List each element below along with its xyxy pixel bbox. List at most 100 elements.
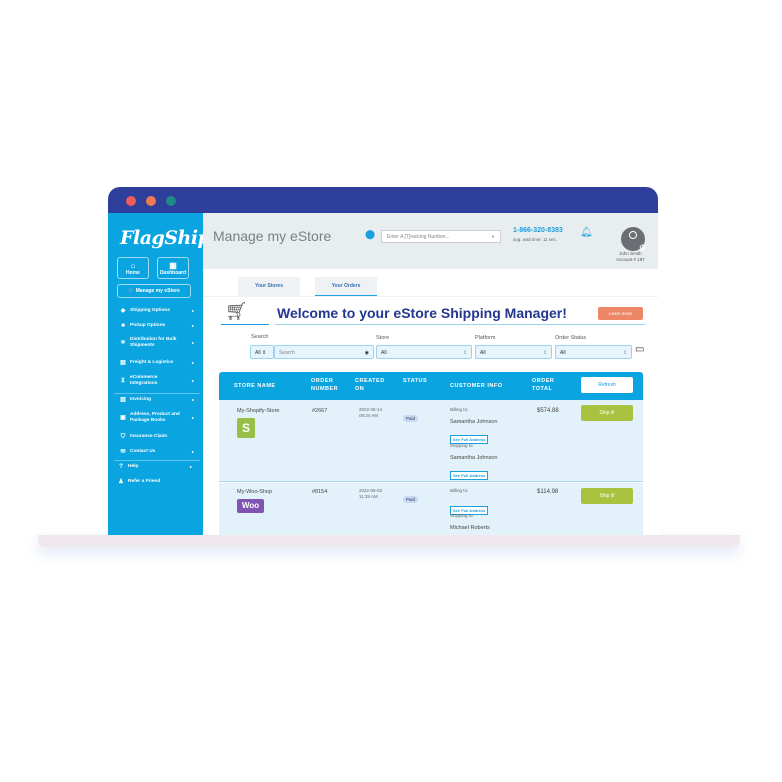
phone-number[interactable]: 1-866-320-8383 — [513, 227, 563, 234]
created-on: 2022-06-14 09:34 AM — [359, 407, 383, 419]
store-select[interactable]: All ⇕ — [376, 345, 472, 359]
tracking-input[interactable]: Enter A [T]racking Number... ▼ — [381, 230, 501, 243]
sidebar-item-label: Address, Product and Package Books — [130, 412, 180, 423]
divider — [114, 460, 200, 461]
refresh-button[interactable]: Refresh — [581, 377, 633, 393]
store-label: Store — [376, 335, 390, 341]
sidebar-item-freight[interactable]: ▤ Freight & Logistics ▸ — [120, 360, 198, 366]
book-icon: ▣ — [120, 415, 126, 421]
ship-it-button[interactable]: Ship it! — [581, 405, 633, 421]
search-icon: ◉ — [364, 349, 369, 356]
status-label: Paid — [403, 415, 419, 422]
bell-icon[interactable]: 🔔︎ — [580, 227, 593, 238]
sidebar-item-label: Shipping Options — [130, 308, 170, 313]
ship-it-button[interactable]: Ship it! — [581, 488, 633, 504]
table-header: STORE NAME ORDER NUMBER CREATED ON STATU… — [219, 372, 643, 400]
sidebar-item-label: Help — [128, 464, 139, 469]
sidebar-item-insurance[interactable]: ⛉ Insurance Claim — [120, 434, 198, 440]
sidebar-item-label: Refer a Friend — [128, 479, 161, 484]
sidebar-item-help[interactable]: ? Help ▸ — [118, 464, 196, 470]
shield-icon: ⛉ — [120, 434, 126, 440]
col-created-on[interactable]: CREATED ON — [355, 377, 385, 393]
search-scope-select[interactable]: All ⇕ — [250, 345, 274, 359]
table-row: My-Woo-Shop Woo #8154 2022-06-02 11:39 AM… — [219, 483, 643, 535]
calendar-icon[interactable]: ▭ — [635, 344, 644, 355]
platform-value: All — [480, 349, 486, 356]
order-number[interactable]: #2667 — [312, 408, 327, 414]
location-pin-icon[interactable]: ⬤ — [365, 229, 375, 240]
box-icon: ◆ — [120, 308, 126, 314]
sort-icon: ⇕ — [462, 349, 467, 356]
chevron-icon: ▸ — [189, 464, 192, 469]
manage-label: Manage my eStore — [135, 288, 180, 294]
truck-icon: ■ — [121, 323, 125, 329]
refer-icon: ♟ — [118, 479, 124, 485]
sidebar-item-shipping-options[interactable]: ◆ Shipping Options ▸ — [120, 308, 198, 314]
chevron-icon: ▸ — [191, 360, 194, 365]
sidebar-item-label: Distribution for Bulk Shipments — [130, 337, 177, 348]
order-number[interactable]: #8154 — [312, 489, 327, 495]
store-name: My-Woo-Shop — [237, 489, 273, 495]
sort-icon: ⇕ — [542, 349, 547, 356]
divider — [114, 393, 200, 394]
account-number: Account # 197 — [616, 257, 645, 262]
learn-more-button[interactable]: Learn more — [598, 307, 643, 320]
sidebar-item-address-books[interactable]: ▣ Address, Product and Package Books ▸ — [120, 412, 198, 424]
order-status-value: All — [560, 349, 566, 356]
home-button[interactable]: ⌂ Home — [117, 257, 149, 279]
dashboard-button[interactable]: ▦ Dashboard — [157, 257, 189, 279]
col-order-total[interactable]: ORDER TOTAL — [532, 377, 562, 393]
sidebar-item-label: Freight & Logistics — [130, 360, 174, 365]
status-badge: Paid — [403, 407, 419, 425]
laptop-base — [38, 535, 740, 547]
col-customer-info[interactable]: CUSTOMER INFO — [450, 382, 503, 390]
col-status[interactable]: STATUS — [403, 377, 427, 385]
search-input[interactable]: Search ◉ — [274, 345, 374, 359]
shipping-name: Michael Roberts — [450, 525, 490, 531]
order-total: $574.88 — [537, 408, 559, 414]
created-time: 09:34 AM — [359, 413, 379, 418]
app-screen: FlagShip ⌂ Home ▦ Dashboard 🛒 Manage my eS… — [108, 213, 658, 535]
cart-icon: 🛒 — [128, 288, 135, 294]
sidebar-item-ecommerce[interactable]: ⊻ eCommerce Integrations ▸ — [120, 375, 198, 387]
col-store-name[interactable]: STORE NAME — [234, 382, 276, 390]
header: Manage my eStore ⬤ Enter A [T]racking Nu… — [203, 213, 658, 269]
see-full-address-button[interactable]: See Full Address — [450, 464, 489, 482]
maximize-window-button[interactable] — [166, 196, 176, 206]
sidebar-item-label: Invoicing — [130, 397, 152, 402]
sidebar-item-contact[interactable]: ✉ Contact Us ▸ — [120, 449, 198, 455]
chevron-icon: ▸ — [191, 449, 194, 454]
avatar[interactable]: ⚙ — [621, 227, 646, 252]
flagship-logo[interactable]: FlagShip — [120, 227, 211, 249]
wait-time: avg. wait time: 11 sec. — [513, 237, 558, 242]
billing-label: Billing to: — [450, 407, 469, 412]
sidebar-item-label: Pickup Options — [130, 323, 166, 328]
created-time: 11:39 AM — [359, 494, 378, 499]
minimize-window-button[interactable] — [146, 196, 156, 206]
chevron-icon: ▸ — [191, 415, 194, 420]
search-scope-value: All — [255, 349, 261, 356]
tab-your-orders[interactable]: Your Orders — [315, 277, 377, 296]
help-icon: ? — [119, 464, 123, 470]
sidebar-item-invoicing[interactable]: ▥ Invoicing ▸ — [120, 397, 198, 403]
order-total: $114.98 — [537, 489, 559, 495]
sidebar-item-distribution[interactable]: ✳ Distribution for Bulk Shipments ▸ — [120, 337, 198, 349]
dashboard-icon: ▦ — [169, 261, 177, 270]
col-order-number[interactable]: ORDER NUMBER — [311, 377, 345, 393]
dashboard-label: Dashboard — [159, 270, 187, 276]
sidebar-item-refer[interactable]: ♟ Refer a Friend — [118, 479, 196, 485]
tracking-placeholder: Enter A [T]racking Number... — [387, 234, 450, 240]
cart-icon: ⊻ — [120, 378, 126, 384]
manage-estore-button[interactable]: 🛒 Manage my eStore — [117, 284, 191, 298]
sidebar-item-pickup-options[interactable]: ■ Pickup Options ▸ — [120, 323, 198, 329]
chevron-down-icon: ▼ — [491, 234, 495, 239]
close-window-button[interactable] — [126, 196, 136, 206]
order-status-select[interactable]: All ⇕ — [555, 345, 632, 359]
platform-select[interactable]: All ⇕ — [475, 345, 552, 359]
page-title: Manage my eStore — [213, 228, 332, 244]
tab-your-stores[interactable]: Your Stores — [238, 277, 300, 296]
chevron-icon: ▸ — [191, 397, 194, 402]
welcome-title: Welcome to your eStore Shipping Manager! — [277, 305, 567, 321]
search-placeholder: Search — [279, 349, 295, 356]
created-on: 2022-06-02 11:39 AM — [359, 488, 383, 500]
